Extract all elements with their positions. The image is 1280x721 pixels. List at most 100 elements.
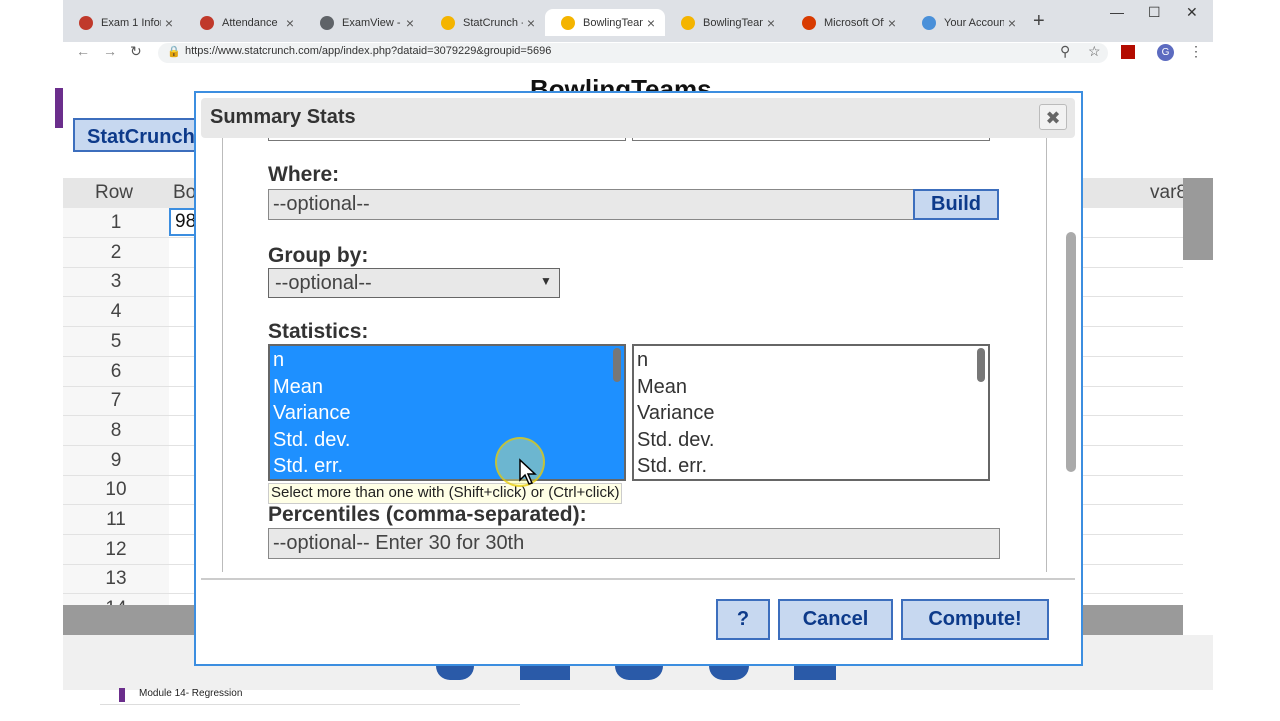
tab-title: Attendance bbox=[222, 16, 278, 29]
grid-right-scroll bbox=[1183, 178, 1213, 260]
row-number[interactable]: 3 bbox=[63, 267, 169, 297]
left-margin bbox=[0, 0, 63, 720]
statistic-option[interactable]: Std. dev. bbox=[637, 427, 714, 453]
row-number[interactable]: 1 bbox=[63, 208, 169, 238]
reload-icon[interactable]: ↻ bbox=[130, 43, 142, 60]
tab-4[interactable]: StatCrunch - D× bbox=[425, 9, 545, 36]
tab-title: ExamView - Ur bbox=[342, 16, 402, 29]
menu-kebab-icon[interactable]: ⋮ bbox=[1189, 43, 1203, 60]
tab-title: Microsoft Offi bbox=[824, 16, 884, 29]
close-window-icon[interactable]: ✕ bbox=[1186, 4, 1198, 21]
statistic-option[interactable]: Mean bbox=[637, 374, 687, 400]
tab-title: Your Account bbox=[944, 16, 1004, 29]
tab-title: Exam 1 Informa bbox=[101, 16, 161, 29]
tab-3[interactable]: ExamView - Ur× bbox=[304, 9, 424, 36]
tab-5[interactable]: BowlingTeams× bbox=[545, 9, 665, 36]
module-label[interactable]: Module 14- Regression bbox=[139, 688, 242, 699]
tab-1[interactable]: Exam 1 Informa× bbox=[63, 9, 183, 36]
statistic-option[interactable]: n bbox=[273, 347, 284, 373]
statistic-option[interactable]: Std. err. bbox=[637, 453, 707, 479]
column-select-right[interactable] bbox=[632, 138, 990, 141]
tab-close-icon[interactable]: × bbox=[523, 15, 539, 31]
tab-close-icon[interactable]: × bbox=[643, 15, 659, 31]
list-scrollbar[interactable] bbox=[977, 348, 985, 382]
statistic-option[interactable]: Mean bbox=[273, 374, 323, 400]
tab-7[interactable]: Microsoft Offi × bbox=[786, 9, 906, 36]
selection-hint: Select more than one with (Shift+click) … bbox=[268, 483, 623, 504]
tab-favicon-icon bbox=[79, 15, 93, 30]
selected-cell[interactable]: 98 bbox=[169, 208, 197, 236]
tab-favicon-icon bbox=[441, 15, 455, 30]
profile-avatar[interactable]: G bbox=[1157, 44, 1174, 61]
help-button[interactable]: ? bbox=[716, 599, 770, 640]
left-accent-bar bbox=[55, 88, 63, 128]
lock-icon: 🔒 bbox=[167, 46, 181, 58]
column-select-left[interactable] bbox=[268, 138, 626, 141]
column-header-1[interactable]: Bo bbox=[173, 182, 196, 204]
statistic-option[interactable]: n bbox=[637, 347, 648, 373]
bookmark-star-icon[interactable]: ☆ bbox=[1088, 43, 1101, 60]
cancel-button[interactable]: Cancel bbox=[778, 599, 893, 640]
new-tab-button[interactable]: + bbox=[1033, 10, 1045, 33]
forward-icon[interactable]: → bbox=[103, 43, 117, 59]
tab-favicon-icon bbox=[922, 15, 936, 30]
row-number[interactable]: 8 bbox=[63, 416, 169, 446]
tab-favicon-icon bbox=[320, 15, 334, 30]
row-number[interactable]: 7 bbox=[63, 386, 169, 416]
groupby-label: Group by: bbox=[268, 244, 369, 267]
tab-6[interactable]: BowlingTeams× bbox=[665, 9, 785, 36]
tab-favicon-icon bbox=[681, 15, 695, 30]
percentiles-label: Percentiles (comma-separated): bbox=[268, 503, 587, 526]
tab-close-icon[interactable]: × bbox=[402, 15, 418, 31]
dropdown-arrow-icon: ▼ bbox=[540, 274, 552, 288]
statistics-label: Statistics: bbox=[268, 320, 369, 343]
row-number[interactable]: 13 bbox=[63, 564, 169, 594]
statistic-option[interactable]: Variance bbox=[637, 400, 714, 426]
dialog-title: Summary Stats bbox=[210, 106, 356, 128]
statcrunch-menu-button[interactable]: StatCrunch bbox=[73, 118, 201, 152]
build-button[interactable]: Build bbox=[913, 189, 999, 220]
zoom-icon[interactable]: ⚲ bbox=[1060, 43, 1070, 60]
tab-close-icon[interactable]: × bbox=[884, 15, 900, 31]
row-number[interactable]: 11 bbox=[63, 505, 169, 535]
dialog-scrollbar[interactable] bbox=[1066, 232, 1076, 472]
row-number[interactable]: 4 bbox=[63, 297, 169, 327]
tab-close-icon[interactable]: × bbox=[1004, 15, 1020, 31]
url-text: https://www.statcrunch.com/app/index.php… bbox=[185, 45, 552, 57]
statistic-option[interactable]: Std. err. bbox=[273, 453, 343, 479]
tab-title: BowlingTeams bbox=[703, 16, 763, 29]
compute-button[interactable]: Compute! bbox=[901, 599, 1049, 640]
tab-8[interactable]: Your Account × bbox=[906, 9, 1026, 36]
row-number[interactable]: 9 bbox=[63, 446, 169, 476]
list-scrollbar[interactable] bbox=[613, 348, 621, 382]
statistic-option[interactable]: Variance bbox=[273, 400, 350, 426]
dialog-close-icon[interactable]: ✖ bbox=[1039, 104, 1067, 130]
row-number[interactable]: 6 bbox=[63, 357, 169, 387]
percentiles-input[interactable]: --optional-- Enter 30 for 30th bbox=[268, 528, 1000, 559]
dialog-footer-divider bbox=[201, 578, 1075, 580]
course-nav-divider bbox=[100, 704, 520, 721]
groupby-select[interactable]: --optional-- bbox=[268, 268, 560, 298]
row-number[interactable]: 12 bbox=[63, 535, 169, 565]
maximize-icon[interactable]: ☐ bbox=[1148, 4, 1161, 21]
tab-close-icon[interactable]: × bbox=[763, 15, 779, 31]
pdf-extension-icon[interactable] bbox=[1121, 45, 1135, 59]
tab-favicon-icon bbox=[802, 15, 816, 30]
statistic-option[interactable]: Std. dev. bbox=[273, 427, 350, 453]
tab-2[interactable]: Attendance × bbox=[184, 9, 304, 36]
tab-title: StatCrunch - D bbox=[463, 16, 523, 29]
statistics-list-unselected[interactable]: n Mean Variance Std. dev. Std. err. bbox=[632, 344, 990, 481]
row-number[interactable]: 2 bbox=[63, 238, 169, 268]
where-input[interactable]: --optional-- bbox=[268, 189, 914, 220]
tab-close-icon[interactable]: × bbox=[282, 15, 298, 31]
where-label: Where: bbox=[268, 163, 340, 186]
statistics-list-selected[interactable]: n Mean Variance Std. dev. Std. err. bbox=[268, 344, 626, 481]
right-margin bbox=[1213, 0, 1280, 720]
minimize-icon[interactable]: — bbox=[1110, 4, 1124, 20]
row-number[interactable]: 10 bbox=[63, 475, 169, 505]
column-header-var8[interactable]: var8 bbox=[1150, 182, 1187, 204]
tab-close-icon[interactable]: × bbox=[161, 15, 177, 31]
back-icon[interactable]: ← bbox=[76, 43, 90, 59]
row-number[interactable]: 5 bbox=[63, 327, 169, 357]
module-marker bbox=[119, 688, 125, 702]
